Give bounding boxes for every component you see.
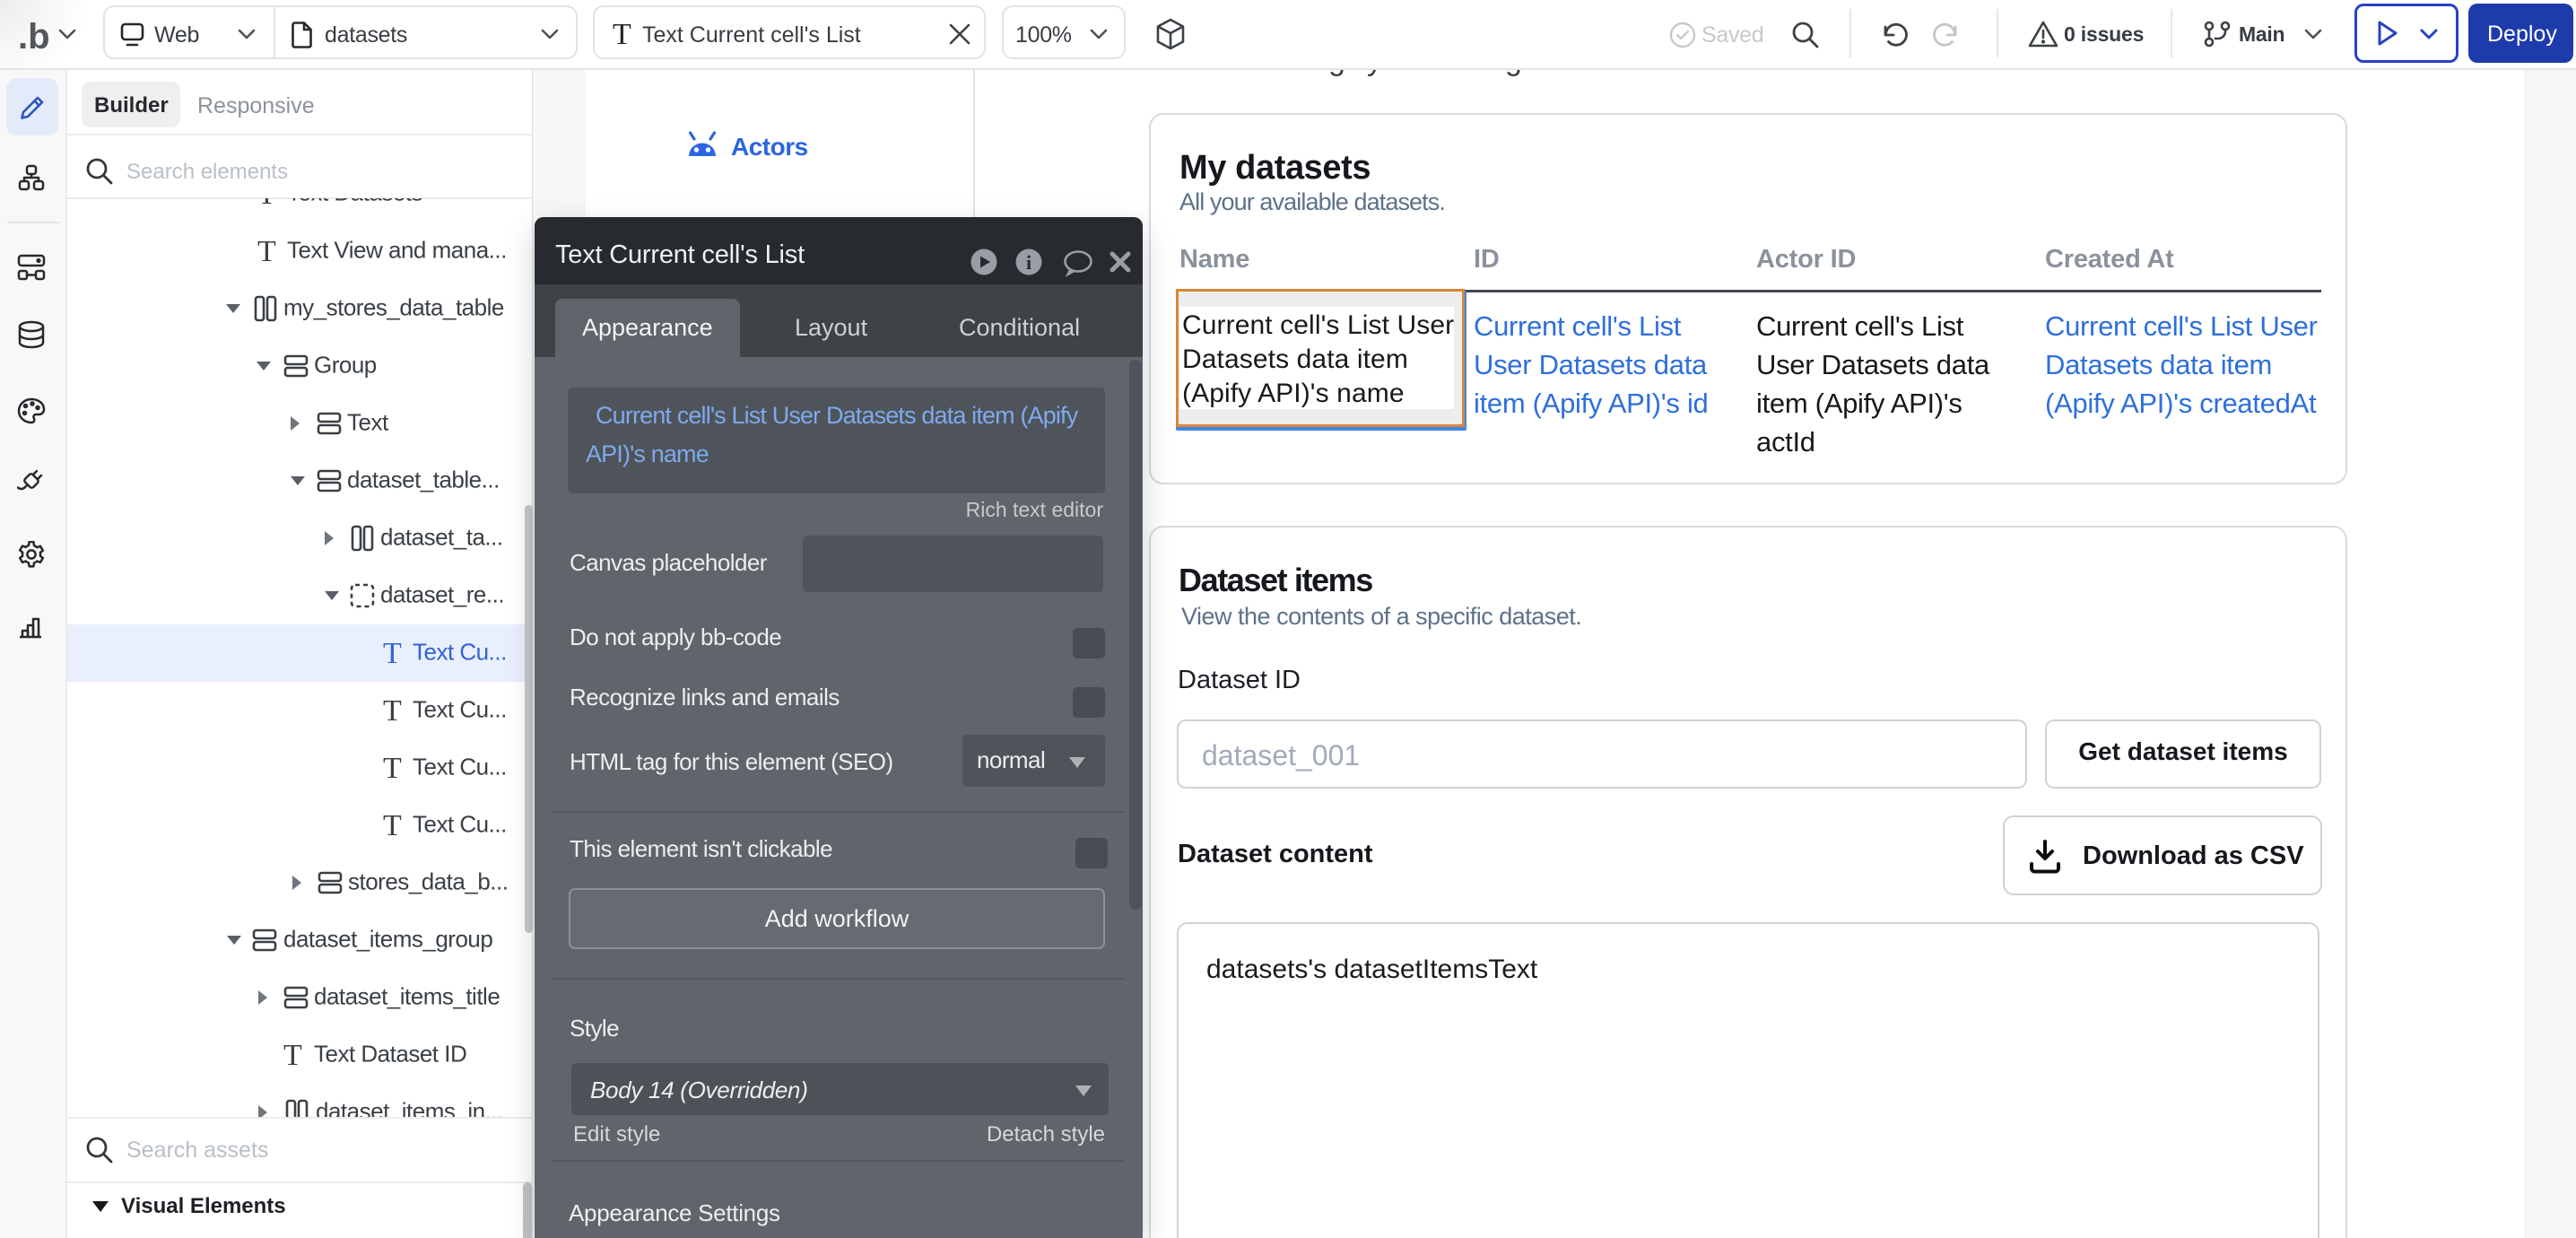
svg-text:i: i — [1026, 251, 1031, 274]
